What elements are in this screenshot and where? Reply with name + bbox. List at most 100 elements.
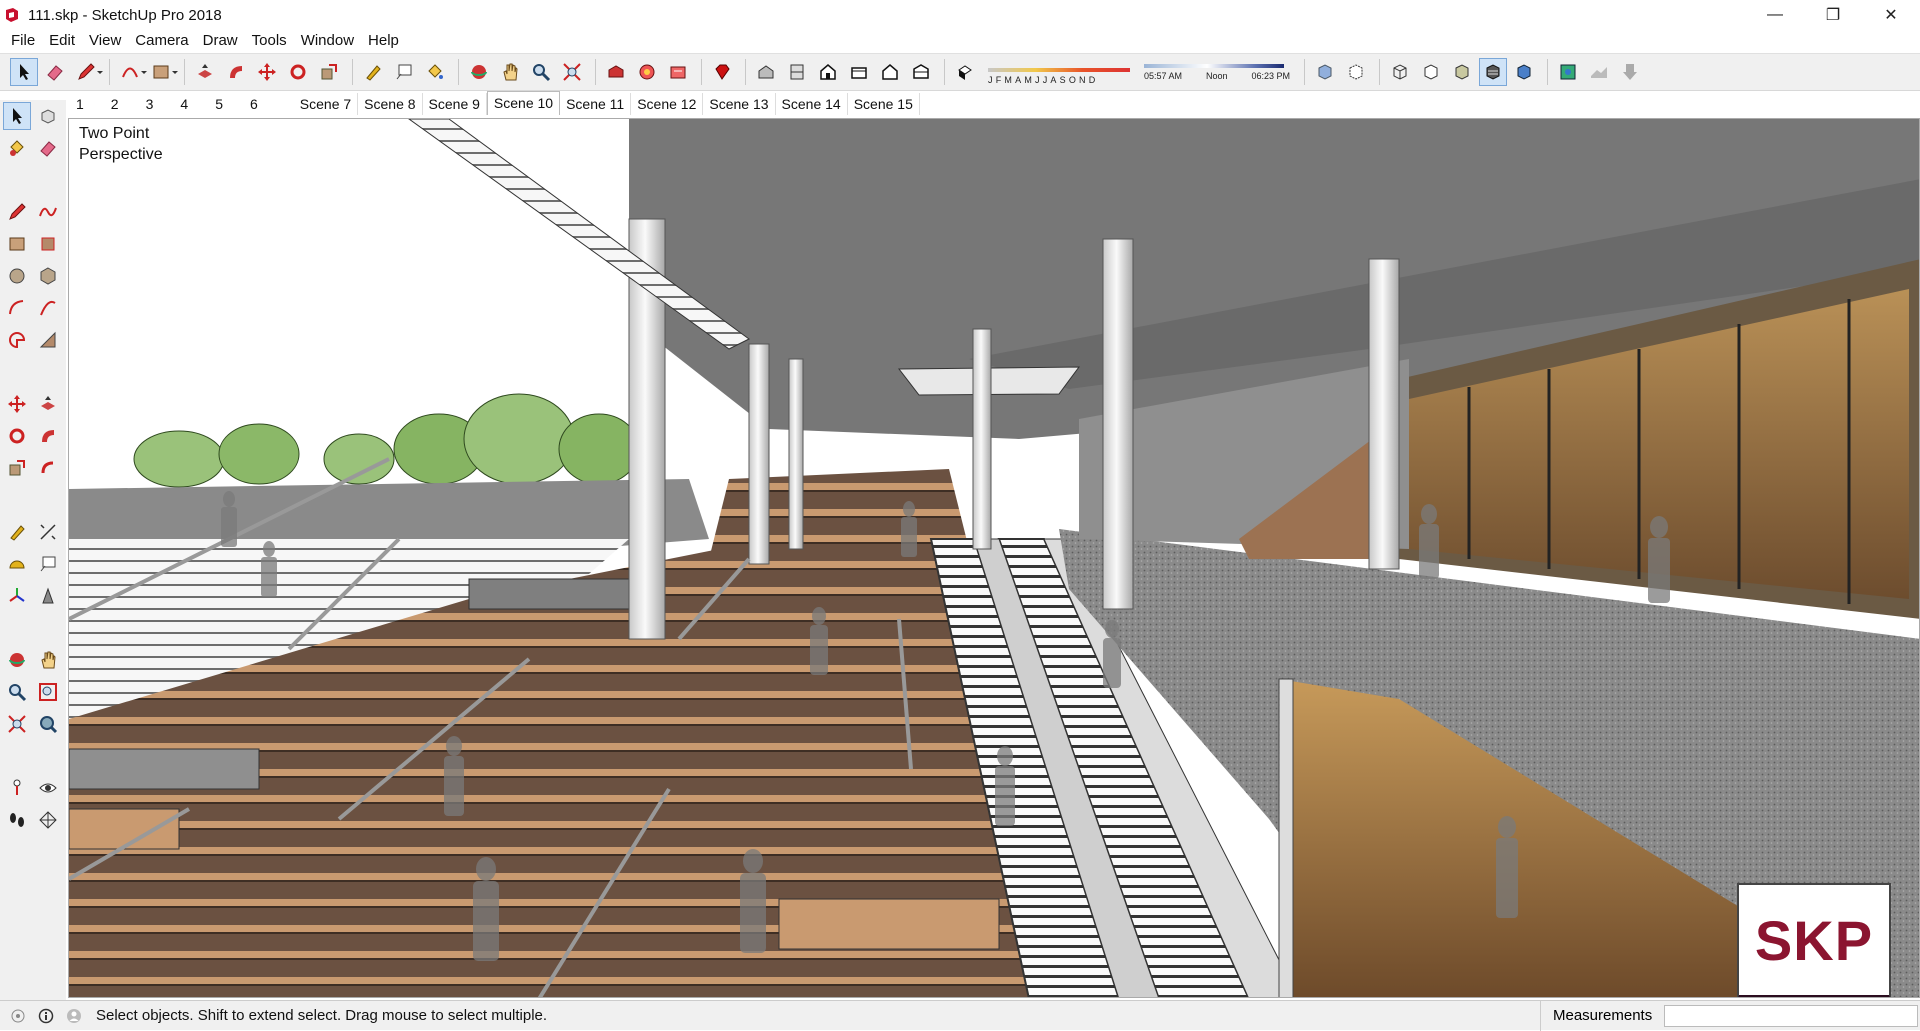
wireframe-style-button[interactable] <box>1386 58 1414 86</box>
add-location-button[interactable] <box>1554 58 1582 86</box>
left-view-button[interactable] <box>907 58 935 86</box>
measurements-input[interactable] <box>1664 1005 1918 1027</box>
eraser-tool-button[interactable] <box>41 58 69 86</box>
scene-tab-14[interactable]: Scene 14 <box>776 93 848 115</box>
tape-measure-tool[interactable] <box>3 518 31 546</box>
rotated-rectangle-tool[interactable] <box>34 230 62 258</box>
two-point-arc-tool[interactable] <box>34 294 62 322</box>
3d-warehouse-button[interactable] <box>602 58 630 86</box>
time-slider[interactable] <box>1144 63 1284 68</box>
circle-tool[interactable] <box>3 262 31 290</box>
extension-warehouse-button[interactable] <box>664 58 692 86</box>
scale-tool-button[interactable] <box>315 58 343 86</box>
scene-tab-1[interactable]: 1 <box>70 93 105 115</box>
zoom-extents-button[interactable] <box>558 58 586 86</box>
freehand-tool[interactable] <box>34 198 62 226</box>
walk-tool[interactable] <box>3 806 31 834</box>
model-viewport[interactable]: Two Point Perspective SKP <box>68 118 1920 998</box>
maximize-button[interactable]: ❐ <box>1804 0 1862 30</box>
scale-tool[interactable] <box>3 454 31 482</box>
scene-tab-10[interactable]: Scene 10 <box>486 91 561 115</box>
menu-file[interactable]: File <box>4 30 42 52</box>
scene-tab-12[interactable]: Scene 12 <box>631 93 704 115</box>
protractor-tool[interactable] <box>3 550 31 578</box>
offset-tool[interactable] <box>34 454 62 482</box>
dimension-tool[interactable] <box>34 518 62 546</box>
scene-tab-8[interactable]: Scene 8 <box>358 93 423 115</box>
text-tool-button[interactable] <box>390 58 418 86</box>
rotate-tool-button[interactable] <box>284 58 312 86</box>
xray-style-button[interactable] <box>1311 58 1339 86</box>
pan-tool[interactable] <box>34 646 62 674</box>
menu-view[interactable]: View <box>82 30 128 52</box>
menu-help[interactable]: Help <box>361 30 406 52</box>
top-view-button[interactable] <box>783 58 811 86</box>
month-slider[interactable] <box>988 60 1130 74</box>
push-pull-tool-button[interactable] <box>191 58 219 86</box>
scene-tab-11[interactable]: Scene 11 <box>560 93 632 115</box>
orbit-tool[interactable] <box>3 646 31 674</box>
line-tool[interactable] <box>3 198 31 226</box>
zoom-window-tool[interactable] <box>34 678 62 706</box>
move-tool[interactable] <box>3 390 31 418</box>
scene-tab-4[interactable]: 4 <box>174 93 209 115</box>
monochrome-style-button[interactable] <box>1510 58 1538 86</box>
three-point-arc-tool[interactable] <box>34 326 62 354</box>
front-view-button[interactable] <box>814 58 842 86</box>
menu-window[interactable]: Window <box>294 30 361 52</box>
push-pull-tool[interactable] <box>34 390 62 418</box>
rectangle-tool[interactable] <box>3 230 31 258</box>
3d-text-tool[interactable] <box>34 582 62 610</box>
scene-tab-5[interactable]: 5 <box>209 93 244 115</box>
share-model-button[interactable] <box>633 58 661 86</box>
scene-tab-2[interactable]: 2 <box>105 93 140 115</box>
line-tool-button[interactable] <box>72 58 103 86</box>
zoom-tool[interactable] <box>3 678 31 706</box>
scene-tab-7[interactable]: Scene 7 <box>294 93 359 115</box>
rectangle-tool-button[interactable] <box>147 58 178 86</box>
zoom-tool-button[interactable] <box>527 58 555 86</box>
menu-tools[interactable]: Tools <box>245 30 294 52</box>
move-tool-button[interactable] <box>253 58 281 86</box>
iso-view-button[interactable] <box>752 58 780 86</box>
scene-tab-3[interactable]: 3 <box>140 93 175 115</box>
zoom-extents-tool[interactable] <box>3 710 31 738</box>
arc-tool[interactable] <box>3 294 31 322</box>
geo-location-icon[interactable] <box>8 1006 28 1026</box>
shaded-style-button[interactable] <box>1448 58 1476 86</box>
select-tool-button[interactable] <box>10 58 38 86</box>
arc-tool-button[interactable] <box>116 58 147 86</box>
position-camera-tool[interactable] <box>3 774 31 802</box>
tape-measure-tool-button[interactable] <box>359 58 387 86</box>
orbit-tool-button[interactable] <box>465 58 493 86</box>
close-button[interactable]: ✕ <box>1862 0 1920 30</box>
user-account-icon[interactable] <box>64 1006 84 1026</box>
menu-edit[interactable]: Edit <box>42 30 82 52</box>
make-component-tool[interactable] <box>34 102 62 130</box>
section-plane-tool[interactable] <box>34 806 62 834</box>
pie-tool[interactable] <box>3 326 31 354</box>
back-edges-style-button[interactable] <box>1342 58 1370 86</box>
axes-tool[interactable] <box>3 582 31 610</box>
hidden-line-style-button[interactable] <box>1417 58 1445 86</box>
eraser-tool[interactable] <box>34 134 62 162</box>
follow-me-tool[interactable] <box>34 422 62 450</box>
scene-tab-13[interactable]: Scene 13 <box>703 93 776 115</box>
menu-draw[interactable]: Draw <box>196 30 245 52</box>
pan-tool-button[interactable] <box>496 58 524 86</box>
text-tool[interactable] <box>34 550 62 578</box>
back-view-button[interactable] <box>876 58 904 86</box>
polygon-tool[interactable] <box>34 262 62 290</box>
extension-manager-button[interactable] <box>708 58 736 86</box>
toggle-terrain-button[interactable] <box>1585 58 1613 86</box>
scene-tab-15[interactable]: Scene 15 <box>848 93 920 115</box>
scene-tab-9[interactable]: Scene 9 <box>423 93 487 115</box>
credits-icon[interactable] <box>36 1006 56 1026</box>
minimize-button[interactable]: — <box>1746 0 1804 30</box>
look-around-tool[interactable] <box>34 774 62 802</box>
shaded-textures-style-button[interactable] <box>1479 58 1507 86</box>
paint-bucket-tool[interactable] <box>3 134 31 162</box>
scene-tab-6[interactable]: 6 <box>244 93 294 115</box>
menu-camera[interactable]: Camera <box>128 30 195 52</box>
previous-view-tool[interactable] <box>34 710 62 738</box>
